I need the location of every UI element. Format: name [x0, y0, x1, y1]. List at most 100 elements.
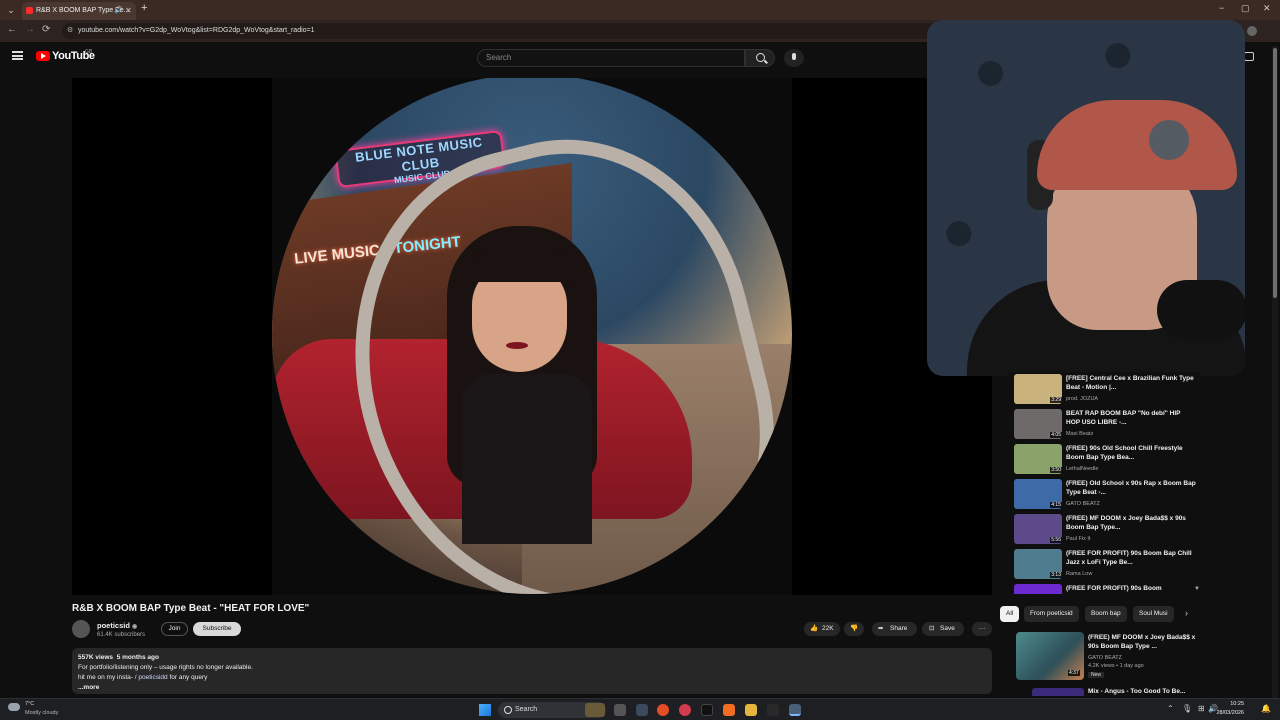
recommended-video-2[interactable]: Mix - Angus - Too Good To Be...	[1032, 688, 1200, 696]
playlist-duration: 5:56	[1050, 537, 1062, 543]
site-info-icon[interactable]: ⚙	[67, 23, 73, 39]
playlist-thumbnail[interactable]: 4:05	[1014, 409, 1062, 439]
playlist-thumbnail[interactable]	[1014, 584, 1062, 594]
playlist-item[interactable]: 4:15 (FREE) Old School x 90s Rap x Boom B…	[1014, 479, 1200, 512]
task-view-icon[interactable]	[614, 704, 626, 716]
playlist-title[interactable]: (FREE FOR PROFIT) 90s Boom Bap Chill Jaz…	[1066, 549, 1196, 567]
share-button[interactable]: ➦ Share	[872, 622, 917, 636]
upload-age: 5 months ago	[116, 654, 159, 661]
tiktok-icon[interactable]	[701, 704, 713, 716]
reload-button[interactable]: ⟳	[42, 24, 50, 35]
playlist-item[interactable]: 3:50 (FREE) 90s Old School Chill Freestyl…	[1014, 444, 1200, 477]
instagram-link[interactable]: / poeticsidd	[135, 674, 168, 681]
weather-description[interactable]: Mostly cloudy	[25, 710, 58, 716]
chip-all[interactable]: All	[1000, 606, 1020, 622]
widgets-icon[interactable]	[636, 704, 648, 716]
cast-icon[interactable]	[1244, 52, 1254, 61]
chrome-icon[interactable]	[657, 704, 669, 716]
playlist-thumbnail[interactable]: 3:13	[1014, 549, 1062, 579]
bookmark-icon: ⊡	[929, 625, 935, 632]
menu-icon[interactable]	[12, 51, 23, 60]
page-scrollbar-thumb[interactable]	[1273, 48, 1277, 298]
browser-app-icon[interactable]	[679, 704, 691, 716]
notification-icon[interactable]: 🔔	[1261, 704, 1271, 713]
chevron-right-icon[interactable]: ›	[1185, 608, 1188, 618]
chevron-down-icon[interactable]: ▼	[1194, 586, 1200, 592]
forward-button[interactable]: →	[25, 24, 35, 35]
playlist-thumbnail[interactable]: 3:29	[1014, 374, 1062, 404]
join-button[interactable]: Join	[161, 622, 188, 636]
recommended-title-2[interactable]: Mix - Angus - Too Good To Be...	[1088, 688, 1185, 695]
playlist-thumbnail[interactable]: 5:56	[1014, 514, 1062, 544]
playlist-thumbnail[interactable]: 3:50	[1014, 444, 1062, 474]
playlist-item[interactable]: 5:56 (FREE) MF DOOM x Joey Bada$$ x 90s B…	[1014, 514, 1200, 547]
browser-tab[interactable]: R&B X BOOM BAP Type Be... 🔊 ✕	[22, 2, 136, 20]
windows-start-icon[interactable]	[479, 704, 491, 716]
playlist-item[interactable]: (FREE FOR PROFIT) 90s Boom	[1014, 584, 1200, 594]
subscribe-button[interactable]: Subscribe	[193, 622, 241, 636]
search-highlight-icon[interactable]	[585, 703, 605, 717]
playlist-channel: LethalNeedle	[1066, 466, 1099, 472]
recommended-title[interactable]: (FREE) MF DOOM x Joey Bada$$ x 90s Boom …	[1088, 633, 1200, 651]
voice-search-icon[interactable]	[784, 49, 804, 67]
share-icon: ➦	[878, 625, 884, 632]
playlist-title[interactable]: (FREE) 90s Old School Chill Freestyle Bo…	[1066, 444, 1196, 462]
clock-date[interactable]: 28/03/2026	[1216, 710, 1244, 716]
minimize-button[interactable]: −	[1219, 3, 1224, 13]
youtube-logo-icon[interactable]	[36, 51, 50, 61]
playlist-title[interactable]: (FREE) MF DOOM x Joey Bada$$ x 90s Boom …	[1066, 514, 1196, 532]
cloud-icon[interactable]	[8, 703, 20, 711]
network-icon[interactable]: ⊞	[1198, 704, 1205, 713]
more-actions-button[interactable]: ···	[972, 622, 992, 636]
playlist-title[interactable]: [FREE] Central Cee x Brazilian Funk Type…	[1066, 374, 1196, 392]
channel-avatar[interactable]	[72, 620, 90, 638]
weather-temperature[interactable]: 7°C	[25, 701, 34, 707]
microphone	[1157, 280, 1245, 340]
thumbs-down-icon: 👎	[849, 625, 859, 632]
playlist-panel: 3:29 [FREE] Central Cee x Brazilian Funk …	[1008, 372, 1200, 594]
description-box[interactable]: 557K views 5 months ago For portfolio/li…	[72, 648, 992, 694]
maximize-button[interactable]: ▢	[1241, 3, 1250, 14]
video-frame[interactable]: BLUE NOTE MUSIC CLUB MUSIC CLUB LIVE MUS…	[272, 78, 792, 595]
playlist-item[interactable]: 4:05 BEAT RAP BOOM BAP "No debí" HIP HOP …	[1014, 409, 1200, 442]
playlist-item[interactable]: 3:13 (FREE FOR PROFIT) 90s Boom Bap Chill…	[1014, 549, 1200, 582]
recommended-video[interactable]: 4:37 (FREE) MF DOOM x Joey Bada$$ x 90s …	[1016, 632, 1200, 682]
tab-search-menu-icon[interactable]: ⌄	[4, 3, 18, 17]
brave-icon[interactable]	[723, 704, 735, 716]
new-tab-button[interactable]: +	[141, 2, 147, 14]
tab-audio-icon[interactable]: 🔊	[114, 2, 123, 20]
search-input[interactable]: Search	[477, 49, 745, 67]
playlist-thumbnail[interactable]: 4:15	[1014, 479, 1062, 509]
playlist-title[interactable]: (FREE) Old School x 90s Rap x Boom Bap T…	[1066, 479, 1196, 497]
save-button[interactable]: ⊡ Save	[922, 622, 964, 636]
playlist-item[interactable]: 3:29 [FREE] Central Cee x Brazilian Funk …	[1014, 374, 1200, 407]
description-line1: For portfolio/listening only – usage rig…	[78, 664, 253, 671]
profile-avatar[interactable]	[1247, 26, 1257, 36]
search-button[interactable]	[745, 49, 775, 67]
video-title: R&B X BOOM BAP Type Beat - "HEAT FOR LOV…	[72, 603, 310, 614]
playlist-title[interactable]: (FREE FOR PROFIT) 90s Boom	[1066, 584, 1196, 593]
channel-name[interactable]: poeticsid ◉	[97, 621, 137, 630]
chip-soul-musi[interactable]: Soul Musi	[1133, 606, 1174, 622]
chip-from-poeticsid[interactable]: From poeticsid	[1024, 606, 1079, 622]
show-more-link[interactable]: ...more	[78, 683, 986, 693]
chip-boom-bap[interactable]: Boom bap	[1085, 606, 1127, 622]
file-explorer-icon[interactable]	[745, 704, 757, 716]
obs-icon[interactable]	[789, 704, 801, 716]
recommended-thumbnail-2[interactable]	[1032, 688, 1084, 696]
microphone-icon[interactable]: 🎙	[1182, 704, 1192, 713]
chevron-up-icon[interactable]: ⌃	[1167, 704, 1174, 713]
playlist-title[interactable]: BEAT RAP BOOM BAP "No debí" HIP HOP USO …	[1066, 409, 1196, 427]
dislike-button[interactable]: 👎	[844, 622, 864, 636]
like-button[interactable]: 👍 22K	[804, 622, 840, 636]
clock-time[interactable]: 10:25	[1216, 701, 1244, 707]
webcam-overlay	[927, 20, 1245, 376]
view-count: 557K views	[78, 654, 114, 661]
verified-icon: ◉	[132, 624, 138, 630]
playlist-duration: 4:15	[1050, 502, 1062, 508]
capcut-icon[interactable]	[767, 704, 779, 716]
back-button[interactable]: ←	[7, 24, 17, 35]
webcam-person-cap	[1037, 100, 1237, 190]
window-close-button[interactable]: ✕	[1263, 3, 1271, 14]
tab-close-icon[interactable]: ✕	[125, 2, 132, 20]
